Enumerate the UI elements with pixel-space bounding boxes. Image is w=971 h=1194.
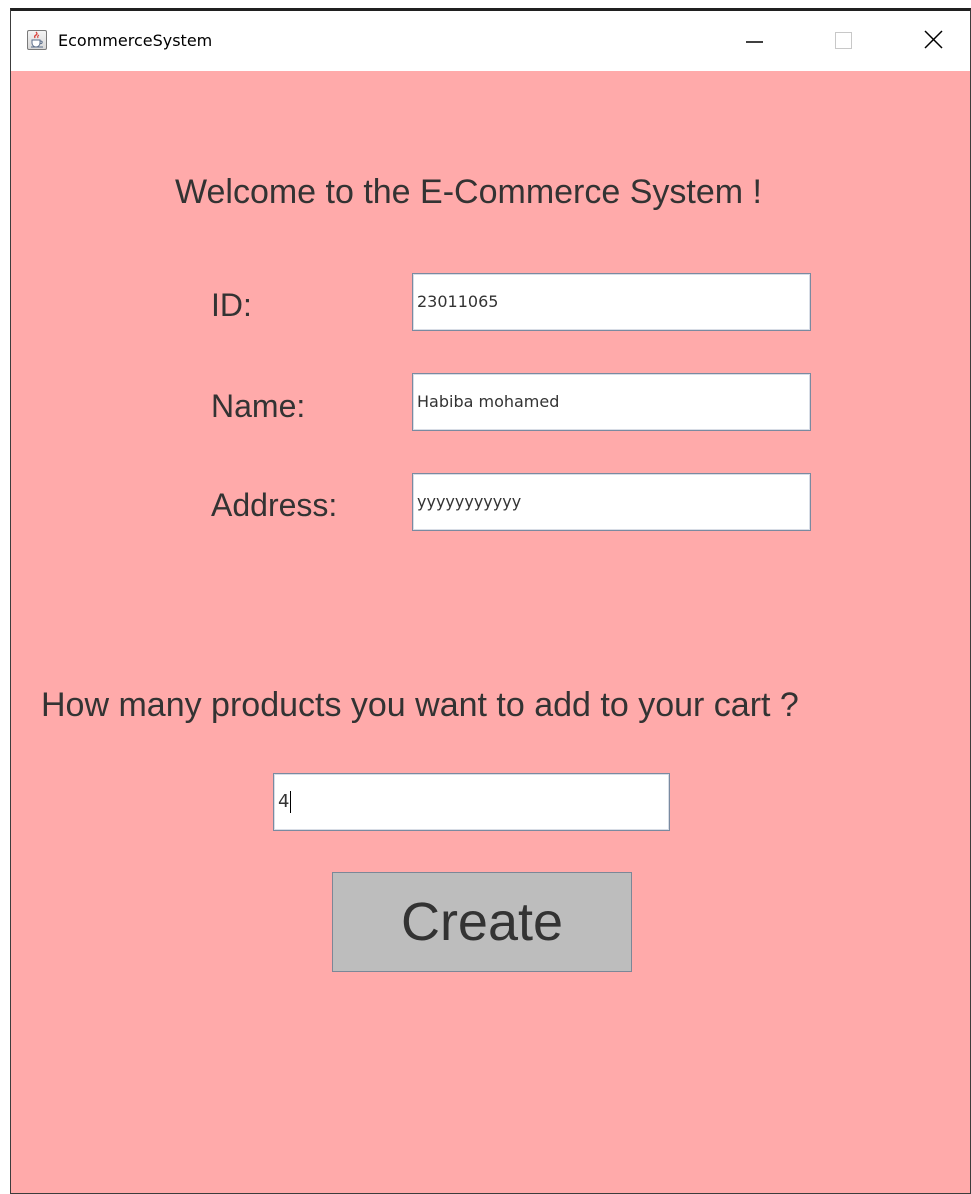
close-icon <box>924 30 943 49</box>
id-label: ID: <box>211 287 252 323</box>
form-panel: Welcome to the E-Commerce System ! ID: 2… <box>11 71 970 1193</box>
quantity-question: How many products you want to add to you… <box>41 686 799 724</box>
welcome-heading: Welcome to the E-Commerce System ! <box>175 173 762 211</box>
app-window: EcommerceSystem Welcome to the E-Commerc… <box>10 8 971 1194</box>
close-button[interactable] <box>898 11 968 71</box>
title-bar[interactable]: EcommerceSystem <box>11 11 970 71</box>
window-title: EcommerceSystem <box>58 31 213 50</box>
name-field[interactable]: Habiba mohamed <box>412 373 811 431</box>
minimize-button[interactable] <box>718 11 788 71</box>
address-field[interactable]: yyyyyyyyyyy <box>412 473 811 531</box>
text-caret <box>290 791 292 813</box>
maximize-icon <box>835 32 852 49</box>
maximize-button[interactable] <box>808 11 878 71</box>
name-label: Name: <box>211 388 306 424</box>
id-field[interactable]: 23011065 <box>412 273 811 331</box>
minimize-icon <box>746 41 763 43</box>
address-label: Address: <box>211 487 338 523</box>
quantity-value: 4 <box>278 791 290 812</box>
java-cup-icon <box>27 30 47 50</box>
quantity-field[interactable]: 4 <box>273 773 670 831</box>
create-button[interactable]: Create <box>332 872 632 972</box>
